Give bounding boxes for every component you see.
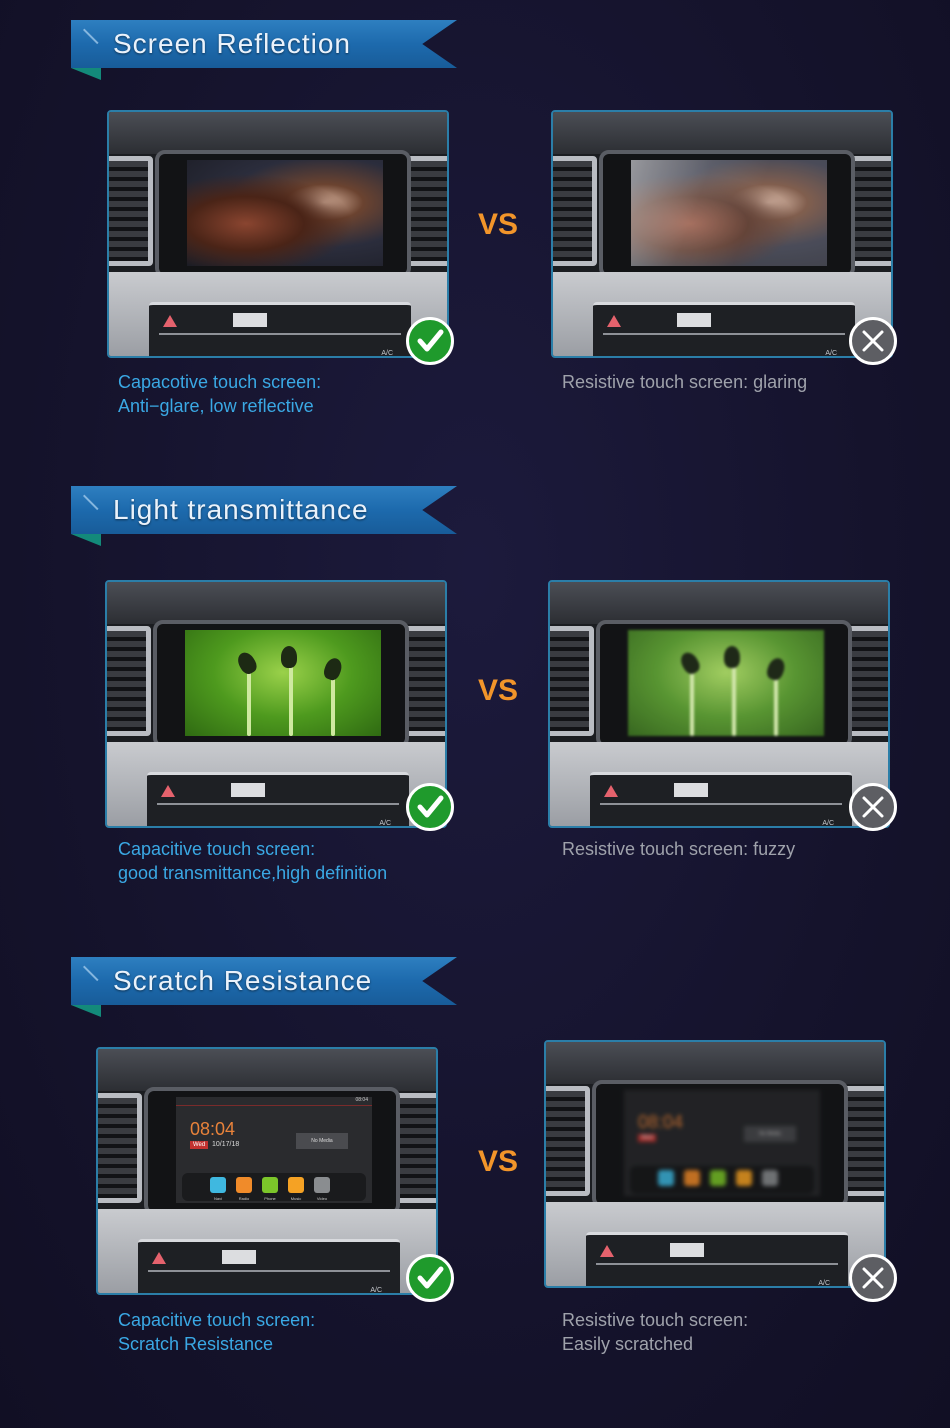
capacitive-caption: Capacotive touch screen: Anti−glare, low…: [118, 370, 321, 418]
media-widget: No Media: [296, 1133, 348, 1149]
check-icon: [406, 317, 454, 365]
cross-icon: [849, 1254, 897, 1302]
capacitive-caption: Capacitive touch screen: good transmitta…: [118, 837, 387, 885]
caption-line: Resistive touch screen: fuzzy: [562, 839, 796, 859]
caption-line: Capacitive touch screen:: [118, 839, 316, 859]
resistive-reflection-photo: A/C: [551, 110, 893, 358]
ac-label: A/C: [381, 350, 393, 357]
hazard-icon: [607, 315, 621, 327]
plant-screen: [185, 630, 381, 736]
caption-line: Resistive touch screen:: [562, 1310, 749, 1330]
section-banner-scratch-resistance: Scratch Resistance: [71, 957, 457, 1017]
hazard-icon: [161, 785, 175, 797]
app-label: Music: [290, 1196, 302, 1201]
ac-label: A/C: [379, 820, 391, 827]
section-title: Screen Reflection: [113, 28, 352, 59]
hazard-icon: [604, 785, 618, 797]
phone-icon: [262, 1177, 278, 1193]
ac-label: A/C: [825, 350, 837, 357]
cross-icon: [849, 317, 897, 365]
resistive-caption: Resistive touch screen: fuzzy: [562, 837, 795, 861]
music-icon: [288, 1177, 304, 1193]
hazard-icon: [152, 1252, 166, 1264]
resistive-scratch-photo: 08:04 Wed No Media A/C: [544, 1040, 886, 1288]
movie-screen: [187, 160, 383, 266]
banner-fold: [71, 534, 101, 546]
banner-fold: [71, 68, 101, 80]
clock-time: 08:04: [638, 1112, 684, 1132]
vs-label: VS: [478, 208, 519, 241]
media-widget: No Media: [744, 1126, 796, 1142]
android-home-screen: 08:04 08:04 Wed 10/17/18 No Media Navi R…: [176, 1097, 372, 1203]
caption-line: Resistive touch screen: glaring: [562, 372, 808, 392]
cross-icon: [849, 783, 897, 831]
resistive-transmittance-photo: A/C: [548, 580, 890, 828]
hazard-icon: [600, 1245, 614, 1257]
video-icon: [314, 1177, 330, 1193]
vs-label: VS: [478, 1145, 519, 1178]
android-home-screen-scratched: 08:04 Wed No Media: [624, 1090, 820, 1196]
section-title: Light transmittance: [113, 494, 369, 525]
caption-line: Capacitive touch screen:: [118, 1310, 316, 1330]
app-label: Video: [316, 1196, 328, 1201]
status-time: 08:04: [176, 1097, 372, 1106]
ac-label: A/C: [818, 1280, 830, 1287]
vs-label: VS: [478, 674, 519, 707]
resistive-caption: Resistive touch screen: glaring: [562, 370, 807, 394]
resistive-caption: Resistive touch screen: Easily scratched: [562, 1308, 748, 1356]
capacitive-transmittance-photo: A/C: [105, 580, 447, 828]
capacitive-caption: Capacitive touch screen: Scratch Resista…: [118, 1308, 315, 1356]
clock-date: 10/17/18: [212, 1141, 240, 1148]
caption-line: Anti−glare, low reflective: [118, 396, 314, 416]
caption-line: good transmittance,high definition: [118, 863, 388, 883]
radio-icon: [236, 1177, 252, 1193]
caption-line: Easily scratched: [562, 1334, 694, 1354]
capacitive-scratch-photo: 08:04 08:04 Wed 10/17/18 No Media Navi R…: [96, 1047, 438, 1295]
check-icon: [406, 783, 454, 831]
clock-day: Wed: [190, 1141, 209, 1149]
capacitive-reflection-photo: A/C: [107, 110, 449, 358]
section-banner-light-transmittance: Light transmittance: [71, 486, 457, 546]
navi-icon: [210, 1177, 226, 1193]
app-label: Radio: [238, 1196, 250, 1201]
app-label: Phone: [264, 1196, 276, 1201]
check-icon: [406, 1254, 454, 1302]
plant-screen-fuzzy: [628, 630, 824, 736]
caption-line: Scratch Resistance: [118, 1334, 274, 1354]
hazard-icon: [163, 315, 177, 327]
app-label: Navi: [213, 1196, 222, 1201]
banner-fold: [71, 1005, 101, 1017]
movie-screen-glare: [631, 160, 827, 266]
section-title: Scratch Resistance: [113, 965, 373, 996]
ac-label: A/C: [370, 1287, 382, 1294]
clock-day: Wed: [638, 1134, 657, 1142]
clock-time: 08:04: [190, 1119, 236, 1139]
ac-label: A/C: [822, 820, 834, 827]
caption-line: Capacotive touch screen:: [118, 372, 322, 392]
section-banner-screen-reflection: Screen Reflection: [71, 20, 457, 80]
